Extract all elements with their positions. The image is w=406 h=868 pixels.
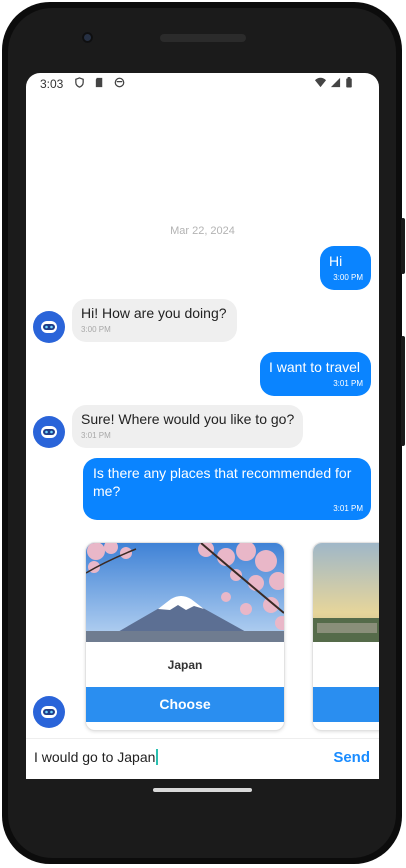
battery-icon (346, 77, 352, 88)
bot-avatar (33, 696, 65, 728)
signal-icon (330, 77, 341, 88)
message-text: I want to travel (269, 359, 361, 375)
chat-date: Mar 22, 2024 (170, 225, 235, 237)
text-caret (156, 749, 159, 765)
message-text: Hi (329, 253, 343, 269)
choose-button[interactable]: Choose (86, 687, 284, 722)
volume-button (401, 218, 405, 274)
destination-name: Japan (167, 658, 203, 672)
power-button (401, 336, 405, 446)
message-composer: I would go to Japan Send (26, 738, 379, 779)
destination-card: Japan Choose (85, 542, 285, 731)
message-time: 3:01 PM (81, 431, 111, 440)
destination-card (312, 542, 379, 731)
sd-card-icon (95, 77, 103, 88)
user-message: I want to travel 3:01 PM (260, 352, 371, 396)
app-screen: 3:03 Mar 22, 2024 Hi 3:00 PM Hi! How are… (26, 73, 379, 779)
message-time: 3:01 PM (333, 379, 363, 388)
status-time: 3:03 (40, 77, 64, 91)
message-text: Sure! Where would you like to go? (81, 411, 295, 427)
status-bar: 3:03 (26, 73, 379, 95)
message-text: Hi! How are you doing? (81, 305, 227, 321)
face-icon (114, 77, 125, 88)
user-message: Is there any places that recommended for… (83, 458, 371, 520)
robot-icon (41, 706, 57, 718)
bot-message: Hi! How are you doing? 3:00 PM (72, 299, 237, 342)
shield-icon (75, 77, 84, 88)
robot-icon (41, 321, 57, 333)
message-input-value: I would go to Japan (34, 749, 156, 765)
message-time: 3:00 PM (81, 325, 111, 334)
bot-message: Sure! Where would you like to go? 3:01 P… (72, 405, 303, 448)
choose-button[interactable] (313, 687, 379, 722)
wifi-icon (315, 77, 326, 88)
bot-avatar (33, 311, 65, 343)
message-input[interactable]: I would go to Japan (34, 749, 159, 765)
earpiece-speaker (160, 34, 246, 42)
message-text: Is there any places that recommended for… (93, 465, 352, 499)
destination-image (313, 543, 379, 642)
robot-icon (41, 426, 57, 438)
bot-avatar (33, 416, 65, 448)
home-indicator (153, 788, 252, 792)
send-button[interactable]: Send (333, 749, 370, 766)
message-time: 3:01 PM (333, 504, 363, 513)
front-camera (82, 32, 93, 43)
user-message: Hi 3:00 PM (320, 246, 371, 290)
message-time: 3:00 PM (333, 273, 363, 282)
destination-image (86, 543, 284, 642)
